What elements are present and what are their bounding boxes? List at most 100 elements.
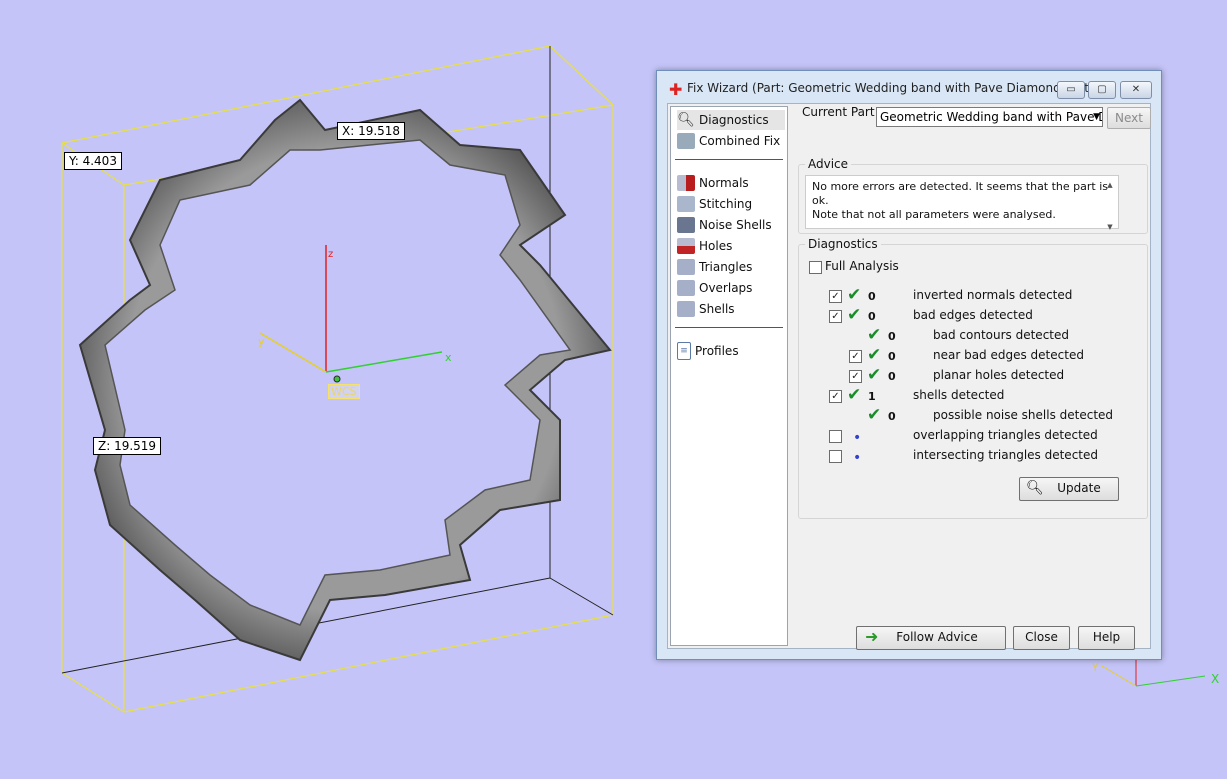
follow-advice-button[interactable]: ➜ Follow Advice <box>856 626 1006 650</box>
arrow-right-icon: ➜ <box>865 627 879 646</box>
nav-label: Diagnostics <box>699 113 769 127</box>
current-part-select[interactable]: Geometric Wedding band with Pave Diamo ▼ <box>876 107 1103 127</box>
check-icon: ✔ <box>867 345 882 365</box>
next-button[interactable]: Next <box>1107 107 1151 129</box>
nav-item-stitching[interactable]: Stitching <box>677 194 752 214</box>
noise-shells-icon <box>677 217 695 233</box>
nav-label: Combined Fix <box>699 134 781 148</box>
follow-advice-label: Follow Advice <box>896 630 978 644</box>
advice-line-1: No more errors are detected. It seems th… <box>812 180 1109 207</box>
diag-checkbox-intersecting[interactable] <box>829 450 842 463</box>
corner-x-label: X <box>1211 672 1219 686</box>
nav-separator <box>675 159 783 160</box>
y-axis-label: y <box>258 335 265 348</box>
dimension-y-label: Y: 4.403 <box>64 152 122 170</box>
nav-item-combined-fix[interactable]: Combined Fix <box>677 131 780 151</box>
advice-scrollbar[interactable]: ▲ ▼ <box>1104 178 1116 231</box>
diag-count: 0 <box>888 410 896 423</box>
nav-item-shells[interactable]: Shells <box>677 299 735 319</box>
diag-label: bad contours detected <box>933 328 1069 342</box>
minimize-button[interactable]: ▭ <box>1057 81 1085 99</box>
overlaps-icon <box>677 280 695 296</box>
diag-label: inverted normals detected <box>913 288 1073 302</box>
diag-checkbox-overlapping[interactable] <box>829 430 842 443</box>
dimension-x-label: X: 19.518 <box>337 122 406 140</box>
shells-icon <box>677 301 695 317</box>
fix-nav-panel: 🔍︎ Diagnostics Combined Fix Normals Stit… <box>670 106 788 646</box>
nav-label: Triangles <box>699 260 753 274</box>
holes-icon <box>677 238 695 254</box>
normals-icon <box>677 175 695 191</box>
diag-count: 1 <box>868 390 876 403</box>
advice-title: Advice <box>805 157 852 171</box>
diag-checkbox-inverted-normals[interactable]: ✓ <box>829 290 842 303</box>
x-axis-label: x <box>445 351 452 364</box>
diag-checkbox-shells[interactable]: ✓ <box>829 390 842 403</box>
nav-item-noise-shells[interactable]: Noise Shells <box>677 215 772 235</box>
magnifier-icon: 🔍︎ <box>677 112 695 128</box>
check-icon: ✔ <box>847 305 862 325</box>
nav-label: Shells <box>699 302 735 316</box>
diag-count: 0 <box>888 370 896 383</box>
update-button[interactable]: 🔍︎ Update <box>1019 477 1119 501</box>
full-analysis-label: Full Analysis <box>825 259 899 273</box>
window-title: Fix Wizard (Part: Geometric Wedding band… <box>687 81 1104 95</box>
nav-item-holes[interactable]: Holes <box>677 236 732 256</box>
diag-label: bad edges detected <box>913 308 1033 322</box>
diag-checkbox-near-bad-edges[interactable]: ✓ <box>849 350 862 363</box>
diag-count: 0 <box>868 310 876 323</box>
nav-item-normals[interactable]: Normals <box>677 173 749 193</box>
advice-group: Advice No more errors are detected. It s… <box>798 157 1148 234</box>
diag-label: near bad edges detected <box>933 348 1084 362</box>
help-button[interactable]: Help <box>1078 626 1135 650</box>
check-icon: ✔ <box>867 325 882 345</box>
diag-label: possible noise shells detected <box>933 408 1114 422</box>
advice-line-2: Note that not all parameters were analys… <box>812 208 1056 221</box>
pending-dot-icon: • <box>853 450 862 466</box>
nav-label: Holes <box>699 239 733 253</box>
nav-label: Overlaps <box>699 281 753 295</box>
wizard-body: 🔍︎ Diagnostics Combined Fix Normals Stit… <box>667 103 1151 650</box>
check-icon: ✔ <box>867 365 882 385</box>
pending-dot-icon: • <box>853 430 862 446</box>
advice-text-box: No more errors are detected. It seems th… <box>805 175 1119 231</box>
nav-separator <box>675 327 783 328</box>
maximize-button[interactable]: ▢ <box>1088 81 1116 99</box>
stitching-icon <box>677 196 695 212</box>
dimension-z-label: Z: 19.519 <box>93 437 162 455</box>
nav-item-diagnostics[interactable]: 🔍︎ Diagnostics <box>677 110 785 130</box>
nav-label: Stitching <box>699 197 753 211</box>
close-button[interactable]: Close <box>1013 626 1070 650</box>
diag-label: overlapping triangles detected <box>913 428 1098 442</box>
nav-item-overlaps[interactable]: Overlaps <box>677 278 752 298</box>
current-part-label: Current Part: <box>802 105 879 119</box>
nav-label: Normals <box>699 176 749 190</box>
triangles-icon <box>677 259 695 275</box>
update-label: Update <box>1057 481 1101 495</box>
nav-label: Profiles <box>695 344 739 358</box>
chevron-down-icon: ▼ <box>1093 112 1100 122</box>
full-analysis-checkbox[interactable] <box>809 261 822 274</box>
diagnostics-group: Diagnostics Full Analysis ✓ ✔ 0 inverted… <box>798 237 1148 519</box>
diag-label: planar holes detected <box>933 368 1065 382</box>
corner-y-label: Y <box>1091 661 1099 674</box>
nav-item-triangles[interactable]: Triangles <box>677 257 752 277</box>
diagnostics-title: Diagnostics <box>805 237 881 251</box>
z-axis-label: z <box>328 249 333 260</box>
diag-count: 0 <box>888 330 896 343</box>
current-part-value: Geometric Wedding band with Pave Diamo <box>880 110 1102 124</box>
diag-label: intersecting triangles detected <box>913 448 1098 462</box>
fix-wizard-icon: ✚ <box>669 80 683 99</box>
magnifier-icon: 🔍︎ <box>1026 480 1044 496</box>
diag-count: 0 <box>888 350 896 363</box>
title-bar[interactable]: ✚ Fix Wizard (Part: Geometric Wedding ba… <box>657 71 1161 105</box>
check-icon: ✔ <box>867 405 882 425</box>
diag-checkbox-planar-holes[interactable]: ✓ <box>849 370 862 383</box>
diag-checkbox-bad-edges[interactable]: ✓ <box>829 310 842 323</box>
nav-label: Noise Shells <box>699 218 772 232</box>
nav-item-profiles[interactable]: ≡ Profiles <box>677 341 739 361</box>
diag-label: shells detected <box>913 388 1005 402</box>
close-window-button[interactable]: ✕ <box>1120 81 1152 99</box>
diag-count: 0 <box>868 290 876 303</box>
document-icon: ≡ <box>677 342 691 360</box>
